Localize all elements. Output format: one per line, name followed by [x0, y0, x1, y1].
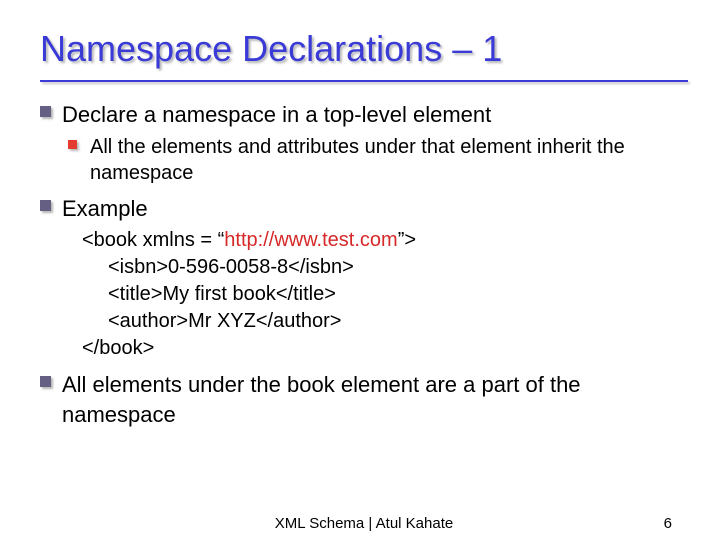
- square-bullet-icon: [40, 200, 51, 211]
- slide-title: Namespace Declarations – 1: [40, 28, 688, 70]
- code-text: <book xmlns = “: [82, 229, 224, 251]
- footer-text: XML Schema | Atul Kahate: [0, 515, 728, 532]
- list-item: Example <book xmlns = “http://www.test.c…: [62, 194, 688, 363]
- sub-bullet-list: All the elements and attributes under th…: [62, 134, 688, 186]
- code-line: <title>My first book</title>: [82, 281, 688, 308]
- sub-bullet-text: All the elements and attributes under th…: [90, 134, 688, 186]
- square-bullet-icon: [40, 106, 51, 117]
- bullet-text: Declare a namespace in a top-level eleme…: [62, 100, 688, 130]
- code-line: </book>: [82, 335, 688, 362]
- title-underline: [40, 80, 688, 82]
- list-item: Declare a namespace in a top-level eleme…: [62, 100, 688, 186]
- code-text: ”>: [398, 229, 416, 251]
- square-bullet-icon: [40, 376, 51, 387]
- page-number: 6: [664, 515, 672, 532]
- code-line: <author>Mr XYZ</author>: [82, 308, 688, 335]
- bullet-list: Declare a namespace in a top-level eleme…: [40, 100, 688, 430]
- bullet-text: All elements under the book element are …: [62, 370, 688, 429]
- bullet-text: Example: [62, 194, 688, 224]
- list-item: All elements under the book element are …: [62, 370, 688, 429]
- square-bullet-icon: [68, 140, 77, 149]
- code-line: <book xmlns = “http://www.test.com”>: [82, 227, 688, 254]
- code-example: <book xmlns = “http://www.test.com”> <is…: [62, 227, 688, 362]
- code-url: http://www.test.com: [224, 229, 397, 251]
- list-item: All the elements and attributes under th…: [90, 134, 688, 186]
- code-line: <isbn>0-596-0058-8</isbn>: [82, 254, 688, 281]
